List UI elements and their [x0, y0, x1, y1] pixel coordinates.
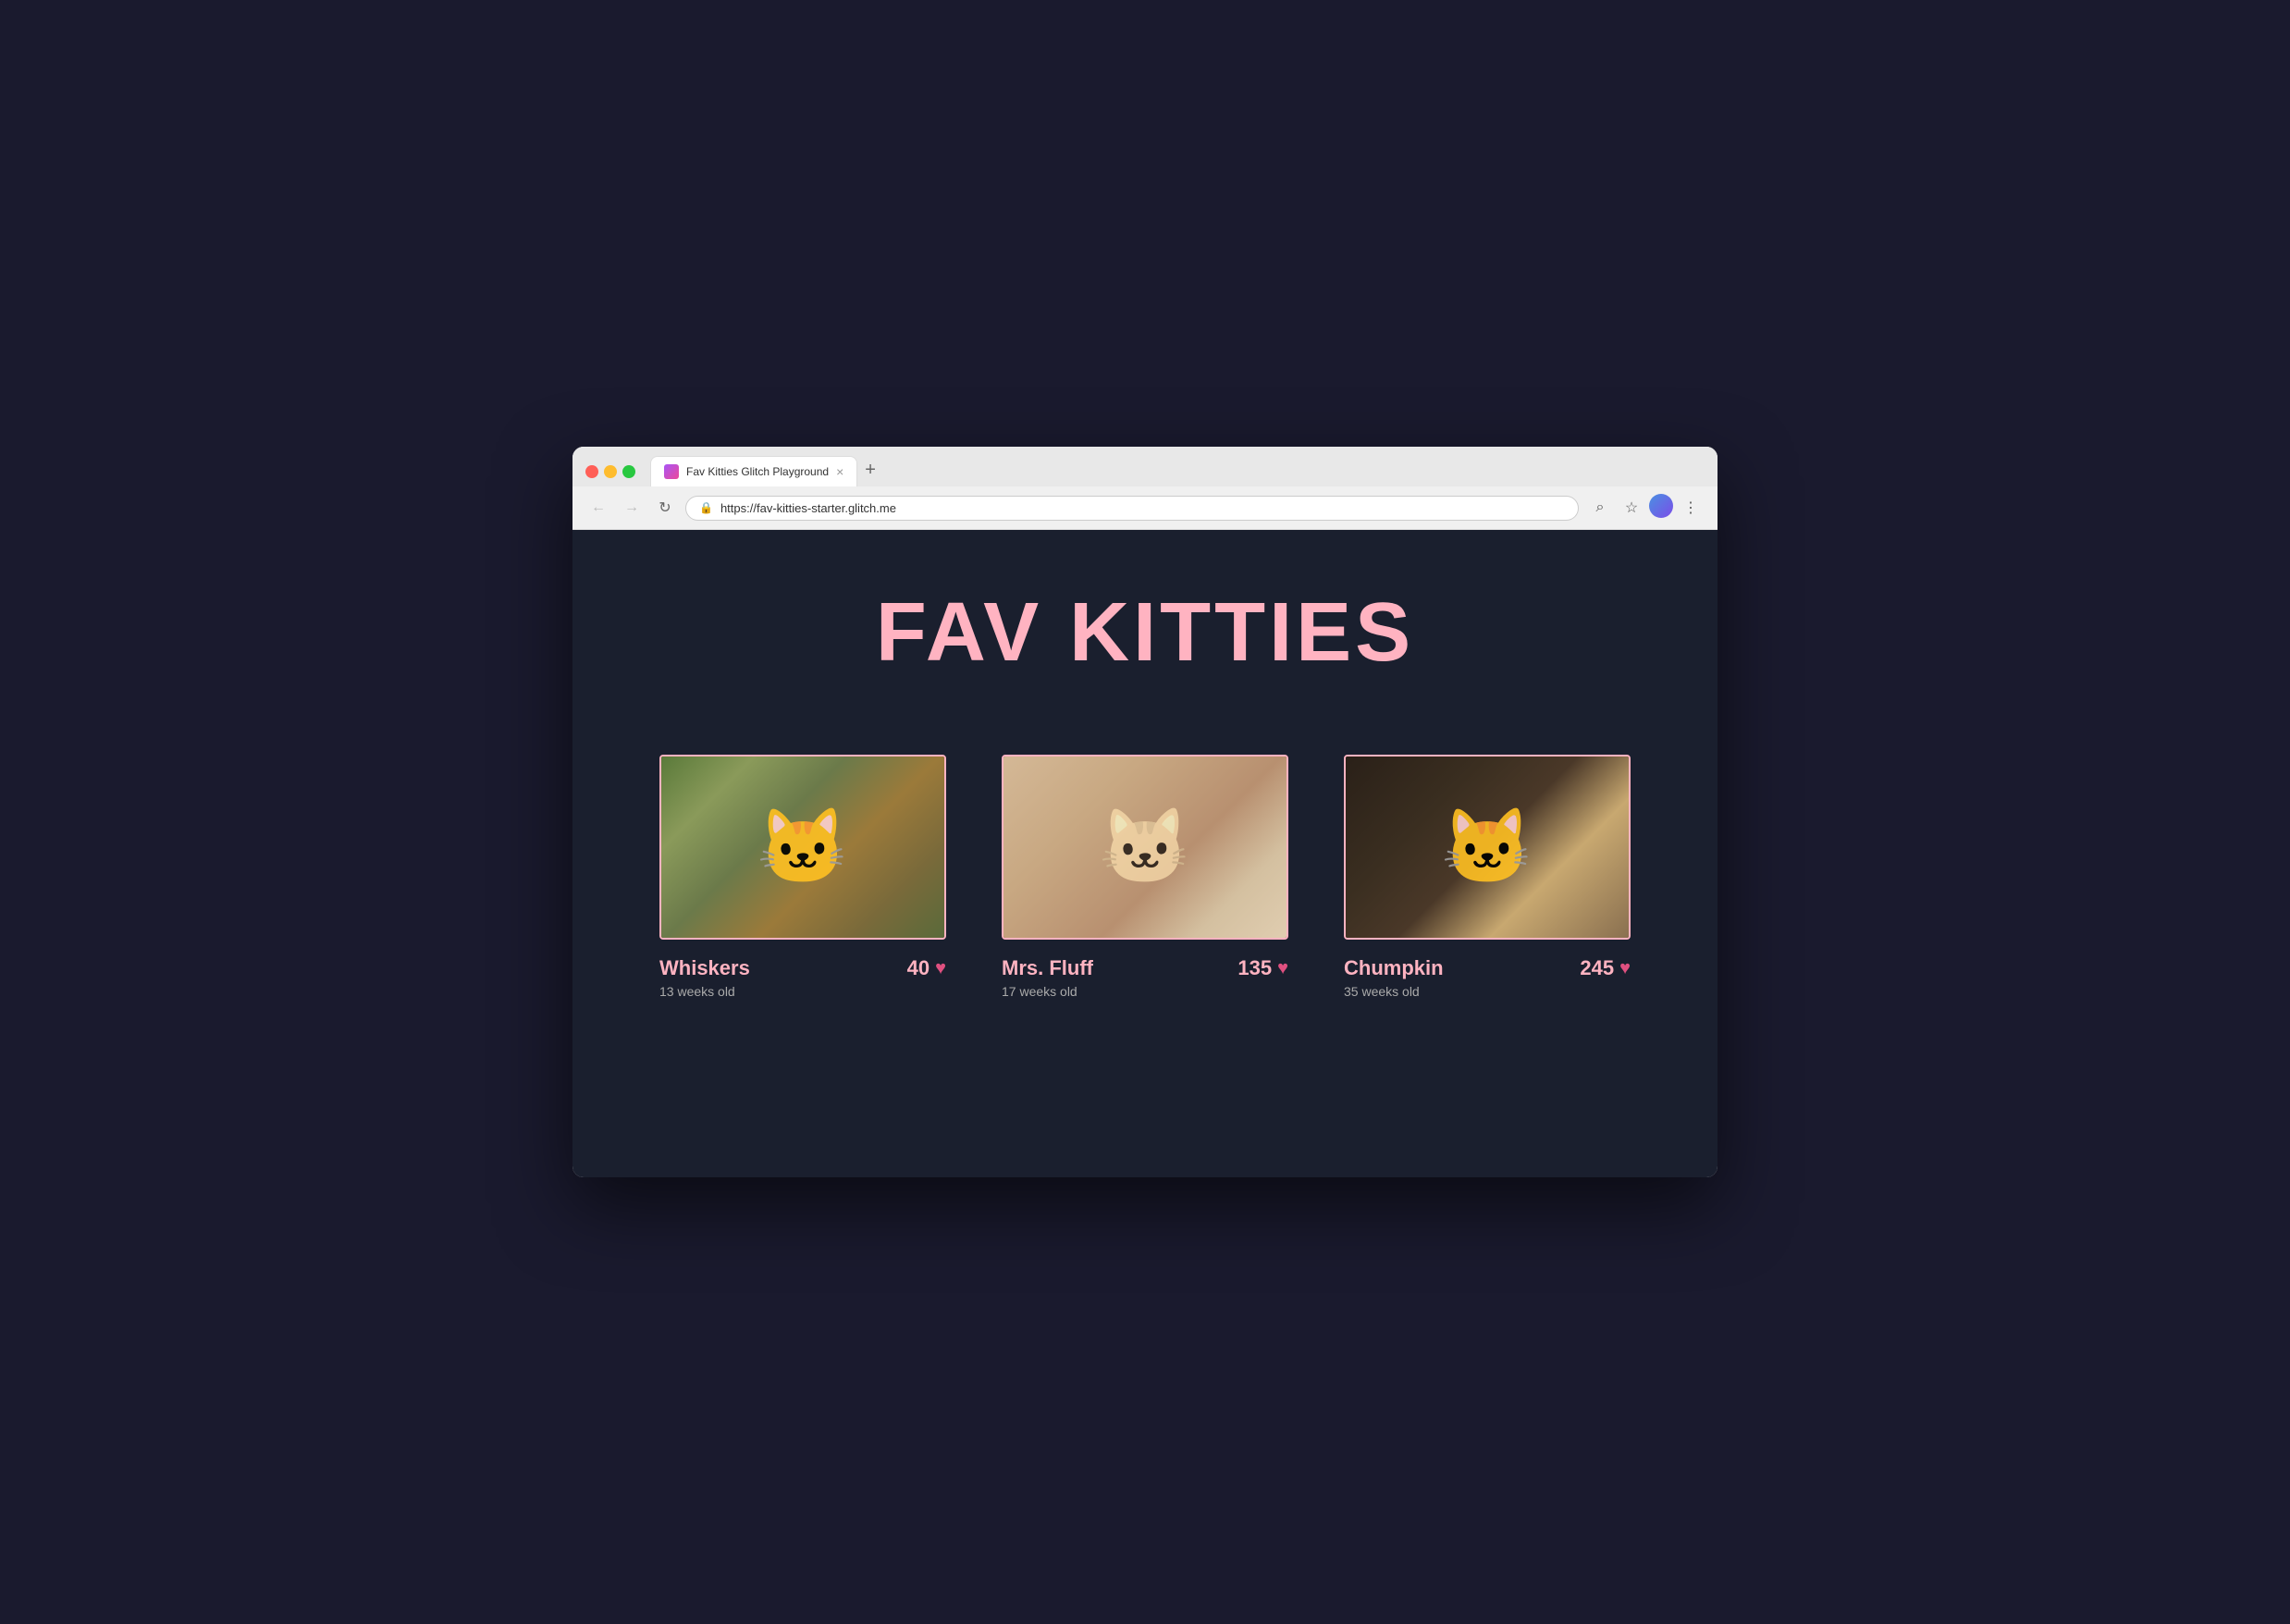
kitty-votes-mrs-fluff[interactable]: 135 ♥	[1237, 956, 1288, 980]
kitty-text-whiskers: Whiskers 13 weeks old	[659, 956, 750, 999]
bookmark-button[interactable]: ☆	[1618, 494, 1645, 522]
kitty-info-mrs-fluff: Mrs. Fluff 17 weeks old 135 ♥	[1002, 956, 1288, 999]
kitty-info-chumpkin: Chumpkin 35 weeks old 245 ♥	[1344, 956, 1631, 999]
tab-bar: Fav Kitties Glitch Playground × +	[650, 456, 1705, 486]
kitty-text-mrs-fluff: Mrs. Fluff 17 weeks old	[1002, 956, 1093, 999]
vote-count-chumpkin: 245	[1580, 956, 1614, 980]
address-bar[interactable]: 🔒 https://fav-kitties-starter.glitch.me	[685, 496, 1579, 521]
kitty-age-mrs-fluff: 17 weeks old	[1002, 984, 1093, 999]
lock-icon: 🔒	[699, 501, 713, 514]
browser-actions: ⌕ ☆ ⋮	[1586, 494, 1705, 522]
menu-button[interactable]: ⋮	[1677, 494, 1705, 522]
kitty-card-mrs-fluff: Mrs. Fluff 17 weeks old 135 ♥	[1002, 755, 1288, 999]
forward-button[interactable]: →	[619, 495, 645, 521]
kitty-age-chumpkin: 35 weeks old	[1344, 984, 1444, 999]
search-button[interactable]: ⌕	[1586, 494, 1614, 522]
kitty-votes-whiskers[interactable]: 40 ♥	[907, 956, 946, 980]
tab-favicon	[664, 464, 679, 479]
page-title: FAV KITTIES	[876, 585, 1414, 681]
kitty-card-chumpkin: Chumpkin 35 weeks old 245 ♥	[1344, 755, 1631, 999]
new-tab-button[interactable]: +	[857, 461, 883, 486]
browser-titlebar: Fav Kitties Glitch Playground × +	[572, 447, 1718, 486]
vote-count-mrs-fluff: 135	[1237, 956, 1272, 980]
kitty-photo-mrs-fluff	[1003, 757, 1287, 938]
traffic-lights	[585, 465, 635, 478]
kitty-name-chumpkin: Chumpkin	[1344, 956, 1444, 980]
kitty-image-whiskers[interactable]	[659, 755, 946, 940]
kitty-card-whiskers: Whiskers 13 weeks old 40 ♥	[659, 755, 946, 999]
page-content: FAV KITTIES Whiskers 13 weeks old 40 ♥	[572, 530, 1718, 1177]
back-button[interactable]: ←	[585, 495, 611, 521]
heart-icon-whiskers: ♥	[935, 958, 946, 979]
kitties-grid: Whiskers 13 weeks old 40 ♥ Mrs. Fluff 17…	[659, 755, 1631, 999]
kitty-age-whiskers: 13 weeks old	[659, 984, 750, 999]
minimize-traffic-light[interactable]	[604, 465, 617, 478]
active-tab[interactable]: Fav Kitties Glitch Playground ×	[650, 456, 857, 486]
kitty-votes-chumpkin[interactable]: 245 ♥	[1580, 956, 1631, 980]
browser-window: Fav Kitties Glitch Playground × + ← → ↻ …	[572, 447, 1718, 1177]
heart-icon-mrs-fluff: ♥	[1277, 958, 1288, 979]
kitty-photo-whiskers	[661, 757, 944, 938]
browser-chrome: Fav Kitties Glitch Playground × + ← → ↻ …	[572, 447, 1718, 530]
kitty-image-chumpkin[interactable]	[1344, 755, 1631, 940]
kitty-photo-chumpkin	[1346, 757, 1629, 938]
heart-icon-chumpkin: ♥	[1619, 958, 1631, 979]
url-text: https://fav-kitties-starter.glitch.me	[720, 501, 1565, 515]
vote-count-whiskers: 40	[907, 956, 930, 980]
kitty-name-mrs-fluff: Mrs. Fluff	[1002, 956, 1093, 980]
kitty-text-chumpkin: Chumpkin 35 weeks old	[1344, 956, 1444, 999]
close-traffic-light[interactable]	[585, 465, 598, 478]
tab-title: Fav Kitties Glitch Playground	[686, 465, 829, 478]
kitty-image-mrs-fluff[interactable]	[1002, 755, 1288, 940]
user-avatar[interactable]	[1649, 494, 1673, 518]
maximize-traffic-light[interactable]	[622, 465, 635, 478]
browser-addressbar: ← → ↻ 🔒 https://fav-kitties-starter.glit…	[572, 486, 1718, 529]
kitty-info-whiskers: Whiskers 13 weeks old 40 ♥	[659, 956, 946, 999]
kitty-name-whiskers: Whiskers	[659, 956, 750, 980]
tab-close-button[interactable]: ×	[836, 465, 843, 478]
reload-button[interactable]: ↻	[652, 495, 678, 521]
